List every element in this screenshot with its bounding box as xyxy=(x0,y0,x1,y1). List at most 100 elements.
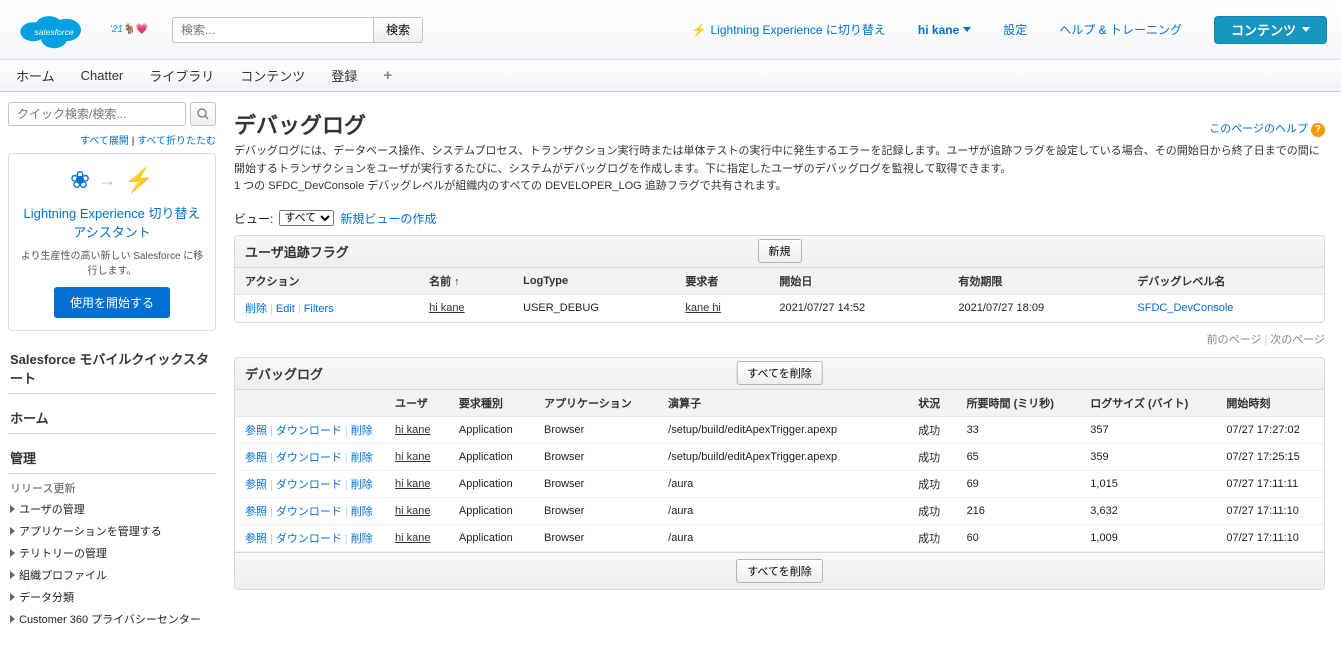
view-link[interactable]: 参照 xyxy=(245,425,267,437)
global-search-input[interactable] xyxy=(172,17,374,43)
salesforce-logo[interactable]: salesforce xyxy=(14,4,96,56)
nav-item[interactable]: Chatter xyxy=(81,68,124,83)
table-row: 削除|Edit|Filtershi kaneUSER_DEBUGkane hi2… xyxy=(235,294,1324,321)
cell-user: hi kane xyxy=(385,416,449,443)
sidebar-item[interactable]: Customer 360 プライバシーセンター xyxy=(8,608,216,630)
cell-status: 成功 xyxy=(908,470,956,497)
lightning-switch-link[interactable]: ⚡Lightning Experience に切り替え xyxy=(692,21,886,38)
cell-actions: 参照|ダウンロード|削除 xyxy=(235,497,385,524)
global-search-button[interactable]: 検索 xyxy=(374,17,423,43)
user-link[interactable]: hi kane xyxy=(395,424,430,436)
download-link[interactable]: ダウンロード xyxy=(276,533,342,545)
help-training-link[interactable]: ヘルプ & トレーニング xyxy=(1059,21,1182,38)
user-link[interactable]: hi kane xyxy=(395,505,430,517)
view-link[interactable]: 参照 xyxy=(245,533,267,545)
sidebar-section[interactable]: Salesforce モバイルクイックスタート xyxy=(8,343,216,394)
nav-item[interactable]: コンテンツ xyxy=(240,66,305,85)
th-status[interactable]: 状況 xyxy=(908,390,956,417)
sidebar-item[interactable]: 組織プロファイル xyxy=(8,564,216,586)
delete-link[interactable]: 削除 xyxy=(351,452,373,464)
level-link[interactable]: SFDC_DevConsole xyxy=(1137,302,1233,314)
cell-size: 1,015 xyxy=(1080,470,1216,497)
delete-link[interactable]: 削除 xyxy=(351,479,373,491)
user-link[interactable]: hi kane xyxy=(395,532,430,544)
cell-status: 成功 xyxy=(908,524,956,551)
sidebar-section[interactable]: ホーム xyxy=(8,402,216,434)
expand-all-link[interactable]: すべて展開 xyxy=(80,136,129,147)
th-requester[interactable]: 要求者 xyxy=(675,268,769,295)
view-link[interactable]: 参照 xyxy=(245,479,267,491)
th-logtype[interactable]: LogType xyxy=(513,268,675,295)
delete-link[interactable]: 削除 xyxy=(351,533,373,545)
view-link[interactable]: 参照 xyxy=(245,452,267,464)
th-app[interactable]: アプリケーション xyxy=(534,390,658,417)
th-reqtype[interactable]: 要求種別 xyxy=(449,390,534,417)
edit-link[interactable]: Edit xyxy=(276,303,295,315)
promo-start-button[interactable]: 使用を開始する xyxy=(54,287,170,318)
sidebar-section: 管理 xyxy=(8,442,216,474)
new-trace-button[interactable]: 新規 xyxy=(758,239,802,263)
collapsed-icon xyxy=(10,505,15,513)
th-level[interactable]: デバッグレベル名 xyxy=(1127,268,1324,295)
download-link[interactable]: ダウンロード xyxy=(276,452,342,464)
delete-link[interactable]: 削除 xyxy=(351,506,373,518)
sidebar-item[interactable]: テリトリーの管理 xyxy=(8,542,216,564)
cell-actions: 参照|ダウンロード|削除 xyxy=(235,524,385,551)
cell-reqtype: Application xyxy=(449,416,534,443)
cell-time: 216 xyxy=(957,497,1081,524)
nav-item[interactable]: ホーム xyxy=(16,66,55,85)
view-select[interactable]: すべて xyxy=(279,210,334,226)
table-row: 参照|ダウンロード|削除hi kaneApplicationBrowser/au… xyxy=(235,470,1324,497)
delete-link[interactable]: 削除 xyxy=(245,303,267,315)
user-link[interactable]: hi kane xyxy=(395,478,430,490)
sidebar-item[interactable]: アプリケーションを管理する xyxy=(8,520,216,542)
collapse-all-link[interactable]: すべて折りたたむ xyxy=(137,136,216,147)
delete-all-button-bottom[interactable]: すべてを削除 xyxy=(736,559,823,583)
th-time[interactable]: 所要時間 (ミリ秒) xyxy=(957,390,1081,417)
th-op[interactable]: 演算子 xyxy=(658,390,908,417)
page-help-link[interactable]: このページのヘルプ? xyxy=(1209,123,1325,135)
delete-link[interactable]: 削除 xyxy=(351,425,373,437)
create-view-link[interactable]: 新規ビューの作成 xyxy=(340,210,436,227)
add-tab-button[interactable]: + xyxy=(383,67,392,84)
th-user[interactable]: ユーザ xyxy=(385,390,449,417)
quick-find-button[interactable] xyxy=(190,102,216,126)
settings-link[interactable]: 設定 xyxy=(1003,21,1027,38)
th-blank xyxy=(235,390,385,417)
download-link[interactable]: ダウンロード xyxy=(276,479,342,491)
cell-actions: 参照|ダウンロード|削除 xyxy=(235,443,385,470)
cell-size: 359 xyxy=(1080,443,1216,470)
cell-op: /setup/build/editApexTrigger.apexp xyxy=(658,416,908,443)
quick-find-input[interactable] xyxy=(8,102,186,126)
cell-app: Browser xyxy=(534,497,658,524)
th-name[interactable]: 名前 ↑ xyxy=(419,268,513,295)
cell-time: 65 xyxy=(957,443,1081,470)
th-size[interactable]: ログサイズ (バイト) xyxy=(1080,390,1216,417)
view-link[interactable]: 参照 xyxy=(245,506,267,518)
sidebar-item[interactable]: ユーザの管理 xyxy=(8,498,216,520)
th-expire[interactable]: 有効期限 xyxy=(948,268,1127,295)
collapsed-icon xyxy=(10,615,15,623)
delete-all-button[interactable]: すべてを削除 xyxy=(736,361,823,385)
sidebar-item[interactable]: データ分類 xyxy=(8,586,216,608)
arrow-icon: → xyxy=(98,170,116,191)
cell-start: 2021/07/27 14:52 xyxy=(769,294,948,321)
requester-link[interactable]: kane hi xyxy=(685,302,720,314)
contents-app-button[interactable]: コンテンツ xyxy=(1214,16,1327,44)
user-link[interactable]: hi kane xyxy=(429,302,464,314)
user-link[interactable]: hi kane xyxy=(395,451,430,463)
sidebar-subheader[interactable]: リリース更新 xyxy=(8,474,216,498)
th-start[interactable]: 開始日 xyxy=(769,268,948,295)
nav-item[interactable]: ライブラリ xyxy=(149,66,214,85)
cell-actions: 削除|Edit|Filters xyxy=(235,294,419,321)
cell-start: 07/27 17:11:10 xyxy=(1216,497,1324,524)
cell-size: 3,632 xyxy=(1080,497,1216,524)
nav-item[interactable]: 登録 xyxy=(331,66,357,85)
th-start[interactable]: 開始時刻 xyxy=(1216,390,1324,417)
filters-link[interactable]: Filters xyxy=(304,303,334,315)
download-link[interactable]: ダウンロード xyxy=(276,506,342,518)
user-menu[interactable]: hi kane xyxy=(918,23,971,37)
setup-sidebar: すべて展開 | すべて折りたたむ ❀→⚡ Lightning Experienc… xyxy=(0,92,224,650)
download-link[interactable]: ダウンロード xyxy=(276,425,342,437)
trace-table: アクション 名前 ↑ LogType 要求者 開始日 有効期限 デバッグレベル名… xyxy=(235,268,1324,322)
